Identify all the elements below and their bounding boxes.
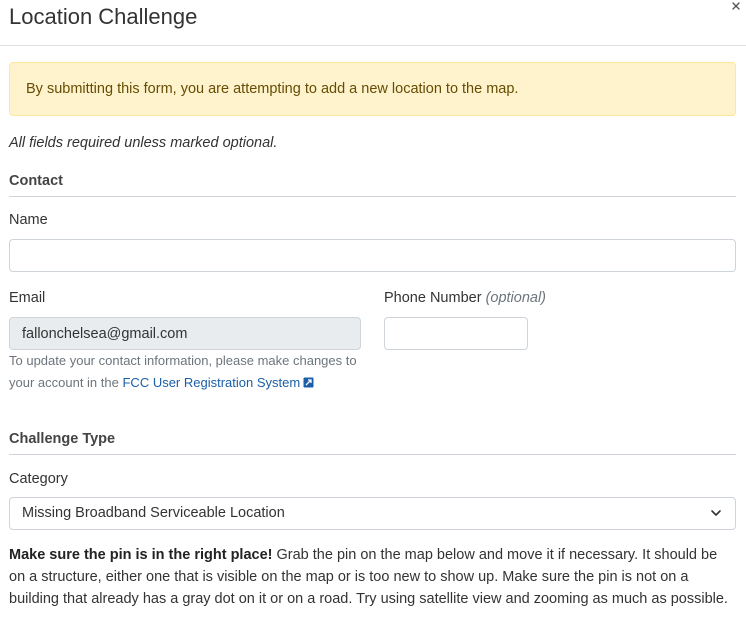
required-fields-note: All fields required unless marked option… [9,135,278,151]
category-label: Category [9,471,68,487]
name-input[interactable] [9,239,736,272]
phone-label-text: Phone Number [384,290,482,306]
email-label: Email [9,290,46,306]
chevron-down-icon [711,510,721,516]
category-select[interactable]: Missing Broadband Serviceable Location [9,497,736,530]
dialog-header: Location Challenge [0,0,746,46]
contact-help-text: To update your contact information, plea… [9,350,364,394]
warning-alert: By submitting this form, you are attempt… [9,62,736,116]
phone-input[interactable] [384,317,528,350]
category-selected-value: Missing Broadband Serviceable Location [22,505,285,521]
dialog-title: Location Challenge [9,4,198,29]
close-button[interactable] [730,0,744,16]
close-icon [732,2,740,10]
optional-marker: (optional) [485,290,547,306]
alert-text: By submitting this form, you are attempt… [26,81,519,97]
fcc-registration-link[interactable]: FCC User Registration System [122,375,314,390]
external-link-icon [303,377,314,388]
email-input[interactable] [9,317,361,350]
contact-section-title: Contact [9,171,736,197]
instructions-emphasis: Make sure the pin is in the right place! [9,547,273,563]
phone-label: Phone Number (optional) [384,288,546,308]
pin-instructions: Make sure the pin is in the right place!… [9,544,737,610]
name-label: Name [9,212,48,228]
challenge-type-section-title: Challenge Type [9,429,736,455]
fcc-registration-link-label: FCC User Registration System [122,375,301,390]
